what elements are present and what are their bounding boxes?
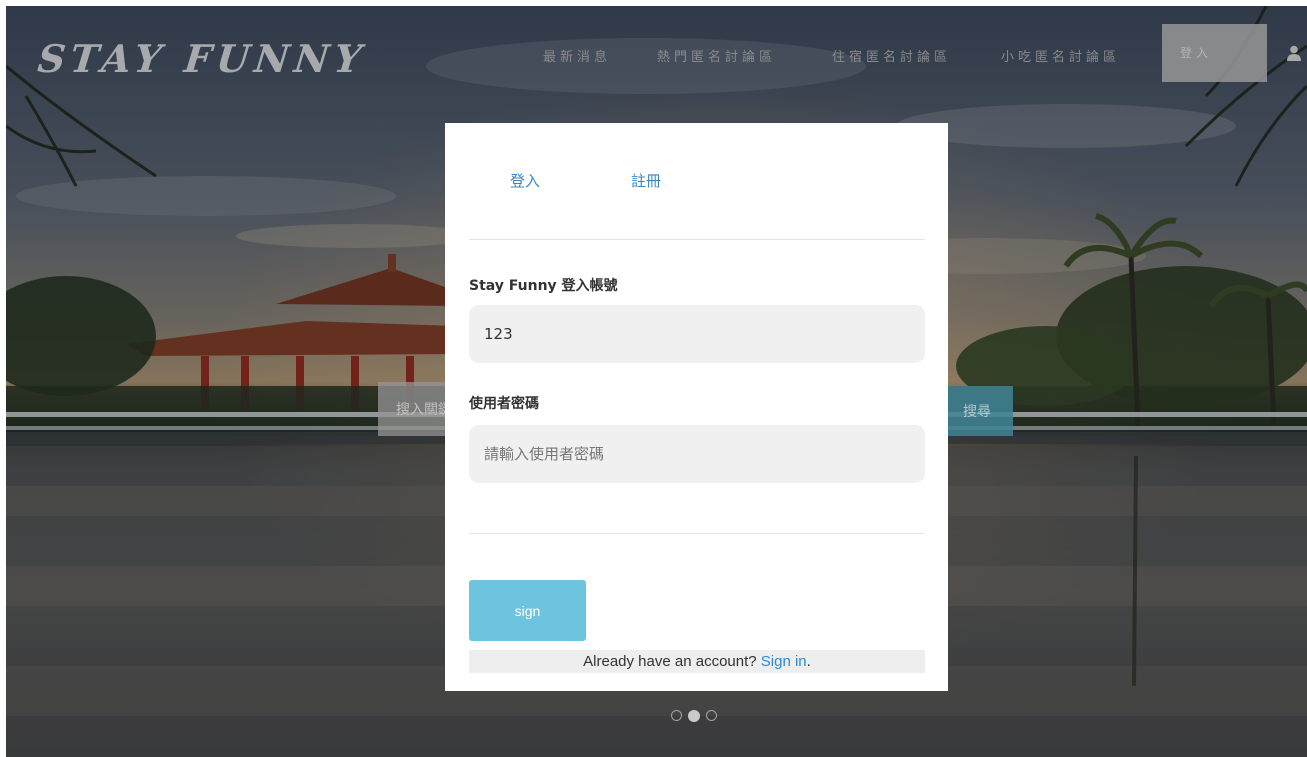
page-background-stage: STAY FUNNY 最新消息 熱門匿名討論區 住宿匿名討論區 小吃匿名討論區 …: [6, 6, 1307, 757]
nav-login-button[interactable]: 登入: [1162, 24, 1267, 82]
sign-in-link[interactable]: Sign in: [761, 653, 807, 670]
account-label: Stay Funny 登入帳號: [469, 278, 618, 294]
account-field[interactable]: [469, 305, 925, 363]
password-label: 使用者密碼: [469, 396, 539, 412]
nav-item-news[interactable]: 最新消息: [543, 46, 611, 65]
nav-item-food-forum[interactable]: 小吃匿名討論區: [1001, 46, 1120, 65]
sign-button[interactable]: sign: [469, 580, 586, 641]
modal-divider-top: [469, 239, 925, 240]
nav-item-hot-forum[interactable]: 熱門匿名討論區: [657, 46, 776, 65]
signin-prompt-end: .: [806, 653, 811, 670]
nav-item-lodging-forum[interactable]: 住宿匿名討論區: [832, 46, 951, 65]
signin-prompt: Already have an account? Sign in.: [469, 650, 925, 673]
user-icon[interactable]: [1287, 45, 1301, 61]
signin-prompt-text: Already have an account?: [583, 653, 761, 670]
carousel-dot-2-active[interactable]: [688, 709, 700, 722]
nav-login-button-label: 登入: [1180, 46, 1213, 60]
carousel-dot-1[interactable]: [671, 710, 682, 721]
carousel-dot-3[interactable]: [706, 710, 717, 721]
tab-register[interactable]: 註冊: [631, 170, 661, 191]
hero-search-button-label: 搜尋: [963, 404, 991, 420]
login-modal: 登入 註冊 Stay Funny 登入帳號 使用者密碼 sign Already…: [445, 123, 948, 691]
tab-login[interactable]: 登入: [510, 170, 540, 191]
brand-logo[interactable]: STAY FUNNY: [36, 36, 369, 81]
hero-search-button[interactable]: 搜尋: [947, 386, 1013, 436]
modal-divider-bottom: [469, 533, 925, 534]
password-field[interactable]: [469, 425, 925, 483]
hero-search-placeholder: 搜入關鍵字: [396, 402, 448, 418]
